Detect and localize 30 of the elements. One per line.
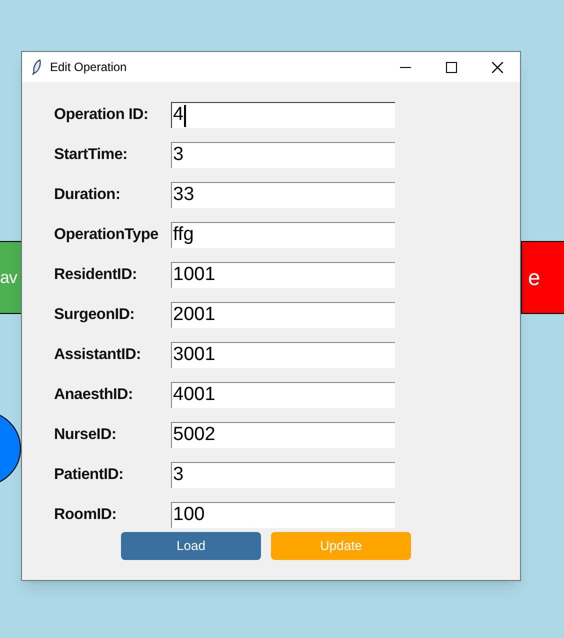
input-field[interactable]: 1001 bbox=[171, 262, 395, 288]
input-field[interactable]: ffg bbox=[171, 222, 395, 248]
maximize-icon bbox=[446, 62, 456, 72]
window-title: Edit Operation bbox=[50, 59, 127, 76]
field-label: PatientID: bbox=[54, 465, 124, 486]
input-field[interactable]: 4 bbox=[171, 102, 395, 128]
input-field[interactable]: 3 bbox=[171, 462, 395, 488]
load-button[interactable]: Load bbox=[121, 532, 261, 560]
input-field[interactable]: 3 bbox=[171, 142, 395, 168]
input-field[interactable]: 2001 bbox=[171, 302, 395, 328]
input-field[interactable]: 4001 bbox=[171, 382, 395, 408]
field-label: StartTime: bbox=[54, 145, 128, 166]
field-label: Duration: bbox=[54, 185, 122, 206]
input-field[interactable]: 5002 bbox=[171, 422, 395, 448]
input-field[interactable]: 100 bbox=[171, 502, 395, 528]
input-field[interactable]: 3001 bbox=[171, 342, 395, 368]
field-label: AnaesthID: bbox=[54, 385, 134, 406]
text-cursor bbox=[184, 104, 186, 126]
field-label: OperationType bbox=[54, 225, 160, 246]
input-field[interactable]: 33 bbox=[171, 182, 395, 208]
field-label: Operation ID: bbox=[54, 105, 150, 126]
feather-icon bbox=[32, 59, 42, 75]
minimize-icon bbox=[400, 66, 410, 68]
field-label: ResidentID: bbox=[54, 265, 138, 286]
field-label: SurgeonID: bbox=[54, 305, 136, 326]
field-label: AssistantID: bbox=[54, 345, 142, 366]
close-icon bbox=[492, 62, 502, 72]
partial-button[interactable]: e bbox=[521, 241, 564, 314]
field-label: NurseID: bbox=[54, 425, 118, 446]
field-label: RoomID: bbox=[54, 505, 118, 526]
